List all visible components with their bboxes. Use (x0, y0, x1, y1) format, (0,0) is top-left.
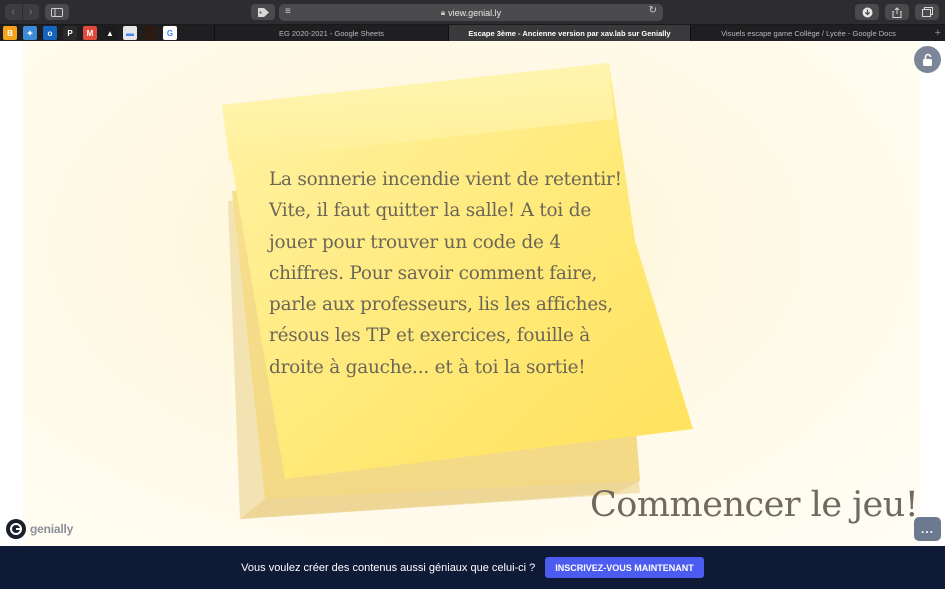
tab-label: Escape 3ème - Ancienne version par xav.l… (468, 28, 671, 38)
new-tab-button[interactable]: + (935, 25, 941, 41)
banner-message: Vous voulez créer des contenus aussi gén… (241, 561, 536, 574)
start-game-button[interactable]: Commencer le jeu! (590, 485, 919, 525)
browser-toolbar: ‹ › ≡ 🔒︎ view.genial.ly ↻ (0, 0, 945, 25)
page-content: La sonnerie incendie vient de retentir! … (0, 41, 945, 546)
url-text: view.genial.ly (448, 7, 502, 18)
pix-icon[interactable]: P (63, 26, 77, 40)
unlock-icon (922, 53, 932, 66)
plus-icon: + (934, 27, 941, 39)
outlook-icon[interactable]: o (43, 26, 57, 40)
back-icon[interactable]: ‹ (5, 4, 22, 20)
downloads-button[interactable] (855, 4, 879, 20)
tab-genially-active[interactable]: Escape 3ème - Ancienne version par xav.l… (448, 25, 690, 41)
tab-google-docs[interactable]: Visuels escape game Collège / Lycée - Go… (690, 25, 926, 41)
sidebar-icon (51, 7, 63, 17)
signup-banner: Vous voulez créer des contenus aussi gén… (0, 546, 945, 589)
navigation-buttons: ‹ › (5, 4, 39, 20)
more-options-button[interactable]: ... (914, 517, 941, 541)
ellipsis-icon: ... (920, 522, 934, 536)
tabs-overview-button[interactable] (915, 4, 939, 20)
twitter-bird-icon[interactable]: ✦ (23, 26, 37, 40)
signup-button[interactable]: Inscrivez-vous maintenant (545, 557, 704, 578)
right-margin (920, 41, 945, 546)
genially-wordmark: genially (30, 522, 74, 536)
tab-label: EG 2020-2021 - Google Sheets (278, 28, 385, 38)
dark-square-icon[interactable] (143, 26, 157, 40)
reload-icon[interactable]: ↻ (649, 5, 657, 16)
sidebar-toggle-button[interactable] (45, 4, 69, 20)
share-icon (892, 6, 902, 18)
url-bar[interactable]: ≡ 🔒︎ view.genial.ly ↻ (279, 4, 663, 21)
lock-icon: 🔒︎ (440, 7, 446, 17)
tag-button[interactable] (251, 4, 275, 20)
reader-icon[interactable]: ≡ (285, 6, 299, 19)
share-button[interactable] (885, 4, 909, 20)
favorites-bar: B ✦ o P M ▲ ▬ G (3, 26, 177, 40)
tab-google-sheets[interactable]: EG 2020-2021 - Google Sheets (214, 25, 448, 41)
genially-g-icon (6, 519, 26, 539)
tab-label: Visuels escape game Collège / Lycée - Go… (721, 28, 896, 38)
genially-logo[interactable]: genially (6, 519, 73, 539)
google-drive-icon[interactable]: ▲ (103, 26, 117, 40)
tag-icon (257, 7, 269, 17)
gmail-icon[interactable]: M (83, 26, 97, 40)
page-icon[interactable]: ▬ (123, 26, 137, 40)
unlock-button[interactable] (914, 46, 941, 73)
note-message: La sonnerie incendie vient de retentir! … (269, 169, 622, 378)
google-icon[interactable]: G (163, 26, 177, 40)
tabs-icon (921, 7, 933, 17)
forward-icon[interactable]: › (21, 4, 40, 20)
tab-bar: B ✦ o P M ▲ ▬ G EG 2020-2021 - Google Sheets Es… (0, 25, 945, 41)
bookmark-orange-icon[interactable]: B (3, 26, 17, 40)
download-icon (862, 7, 872, 17)
